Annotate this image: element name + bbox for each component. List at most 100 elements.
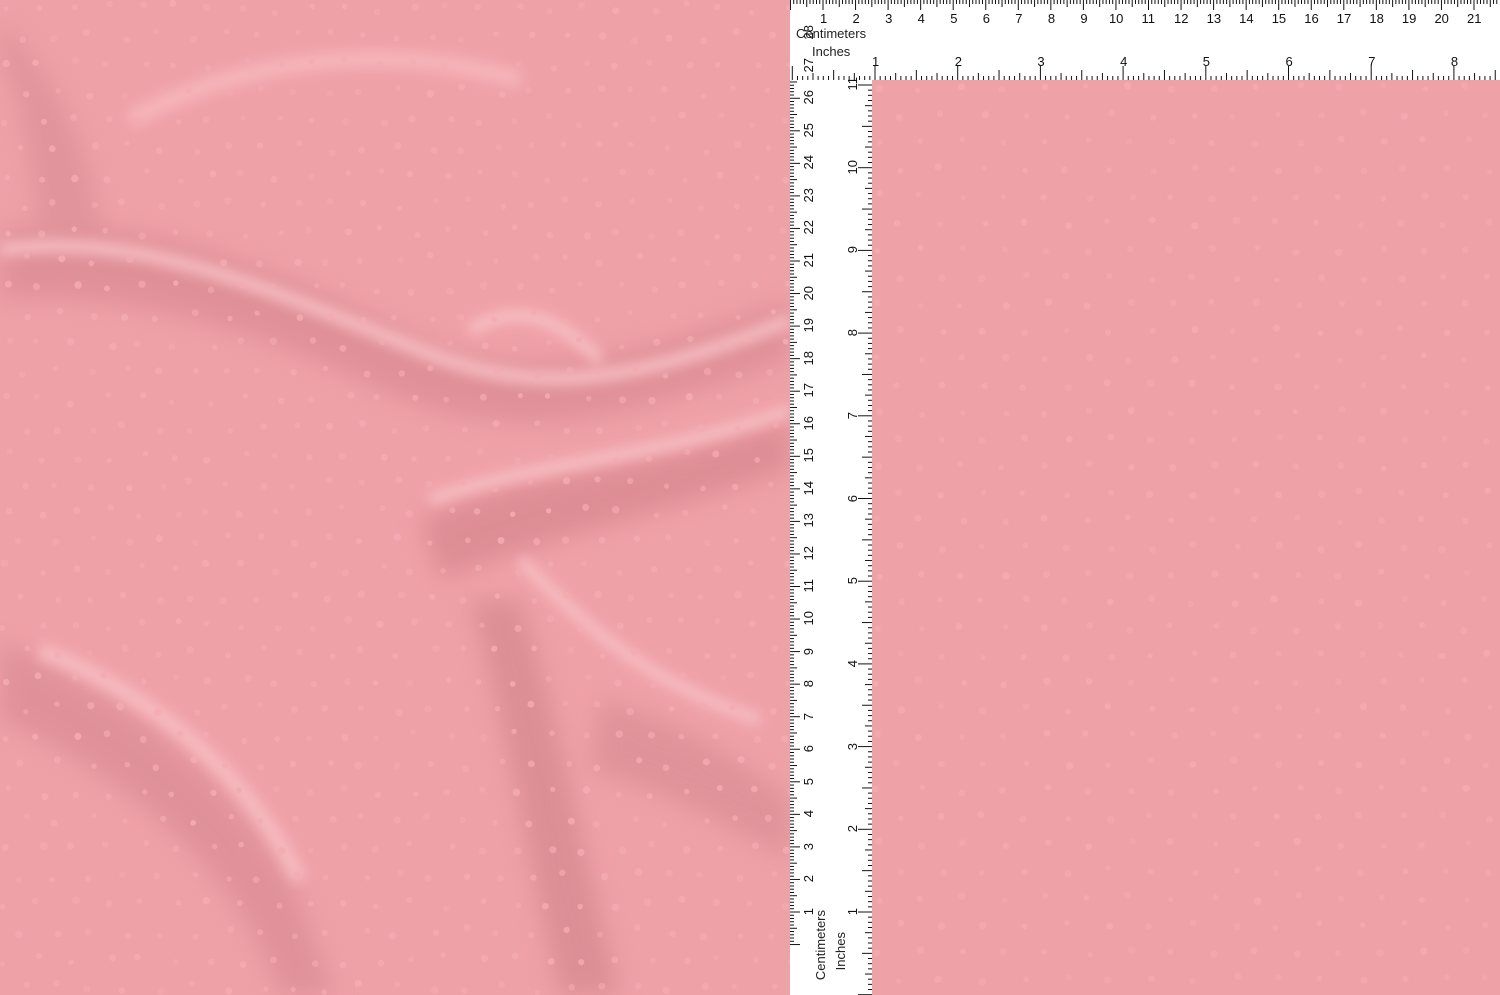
- draped-fabric-photo: [0, 0, 790, 995]
- swiss-dot: [612, 7, 620, 15]
- swiss-dot: [514, 847, 522, 855]
- swiss-dot: [876, 897, 883, 904]
- swiss-dot: [1443, 164, 1450, 172]
- swiss-dot: [1275, 974, 1282, 981]
- swiss-dot: [1023, 113, 1030, 119]
- swiss-dot: [1041, 948, 1047, 955]
- swiss-dot: [53, 756, 61, 764]
- swiss-dot: [305, 508, 313, 516]
- top-cm-tick-label: 10: [1108, 11, 1124, 26]
- swiss-dot: [238, 281, 246, 289]
- swiss-dot: [1019, 815, 1027, 823]
- top-cm-tick-label: 17: [1336, 11, 1352, 26]
- swiss-dot: [592, 820, 600, 828]
- swiss-dot: [1021, 329, 1029, 337]
- swiss-dot: [1020, 654, 1027, 660]
- swiss-dot: [547, 958, 555, 965]
- swiss-dot: [1231, 705, 1240, 714]
- swiss-dot: [1129, 730, 1136, 737]
- swiss-dot: [1208, 299, 1215, 305]
- swiss-dot: [373, 393, 380, 401]
- swiss-dot: [1105, 762, 1111, 768]
- swiss-dot: [1128, 946, 1136, 954]
- swiss-dot: [1420, 248, 1428, 255]
- swiss-dot: [1040, 514, 1048, 522]
- swiss-dot: [203, 676, 211, 685]
- swiss-dot: [1062, 544, 1070, 552]
- swiss-dot: [546, 339, 552, 346]
- swiss-dot: [1419, 677, 1425, 683]
- swiss-dot: [202, 116, 210, 123]
- swiss-dot: [364, 927, 371, 934]
- swiss-dot: [1252, 461, 1260, 468]
- swiss-dot: [443, 396, 449, 403]
- swiss-dot: [52, 366, 58, 372]
- swiss-dot: [341, 56, 347, 62]
- swiss-dot: [917, 842, 925, 850]
- swiss-dot: [1229, 651, 1237, 659]
- swiss-dot: [1168, 517, 1174, 524]
- swiss-dot: [612, 121, 619, 128]
- swiss-dot: [464, 196, 472, 203]
- swiss-dot: [768, 594, 775, 601]
- swiss-dot: [733, 203, 740, 210]
- swiss-dot: [1440, 273, 1447, 280]
- swiss-dot: [1210, 85, 1218, 92]
- swiss-dot: [1334, 623, 1342, 630]
- swiss-dot: [1360, 383, 1367, 389]
- swiss-dot: [1400, 544, 1408, 552]
- swiss-dot: [32, 338, 39, 344]
- swiss-dot: [1360, 108, 1367, 116]
- swiss-dot: [87, 650, 93, 656]
- swiss-dot: [1232, 216, 1241, 225]
- swiss-dot: [1355, 328, 1364, 336]
- swiss-dot: [635, 424, 642, 432]
- swiss-dot: [480, 734, 488, 742]
- swiss-dot: [15, 877, 22, 883]
- swiss-dot: [74, 456, 82, 464]
- swiss-dot: [379, 339, 386, 346]
- swiss-dot: [1023, 271, 1030, 279]
- swiss-dot: [782, 117, 789, 124]
- swiss-dot: [118, 987, 126, 994]
- top-inch-tick-label: 4: [1120, 54, 1128, 69]
- swiss-dot: [1023, 703, 1030, 710]
- swiss-dot: [766, 369, 774, 376]
- swiss-dot: [1356, 869, 1364, 877]
- swiss-dot: [1023, 976, 1030, 983]
- swiss-dot: [1064, 920, 1070, 926]
- swiss-dot: [737, 756, 745, 764]
- swiss-dot: [371, 846, 379, 853]
- swiss-dot: [49, 876, 56, 883]
- swiss-dot: [499, 758, 506, 765]
- swiss-dot: [1147, 653, 1153, 659]
- swiss-dot: [1423, 409, 1430, 415]
- left-ruler: Centimeters Inches 1 2 3 4 5 6 7 8 9 10 11 12 13 14 15…: [790, 25, 872, 995]
- swiss-dot: [597, 931, 603, 938]
- swiss-dot: [446, 287, 454, 296]
- swiss-dot: [534, 420, 541, 427]
- swiss-dot: [648, 840, 655, 848]
- swiss-dot: [168, 399, 175, 405]
- left-cm-tick-label: 18: [801, 350, 816, 366]
- swiss-dot: [458, 83, 466, 91]
- swiss-dot: [225, 142, 233, 150]
- left-ruler-ticks: [790, 81, 872, 995]
- swiss-dot: [1148, 975, 1156, 983]
- swiss-dot: [375, 60, 384, 69]
- swiss-dot: [1129, 838, 1136, 845]
- swiss-dot: [1443, 382, 1450, 389]
- swiss-dot: [461, 987, 468, 994]
- draped-fabric-illustration: [0, 0, 790, 995]
- swiss-dot: [1042, 248, 1049, 255]
- swiss-dot: [918, 570, 925, 578]
- swiss-dot: [938, 653, 945, 660]
- swiss-dot: [769, 707, 777, 716]
- swiss-dot: [979, 761, 986, 767]
- swiss-dot: [154, 367, 163, 375]
- swiss-dot: [1234, 867, 1240, 874]
- swiss-dot: [616, 622, 624, 630]
- swiss-dot: [717, 340, 726, 348]
- swiss-dot: [277, 115, 283, 121]
- swiss-dot: [0, 904, 6, 910]
